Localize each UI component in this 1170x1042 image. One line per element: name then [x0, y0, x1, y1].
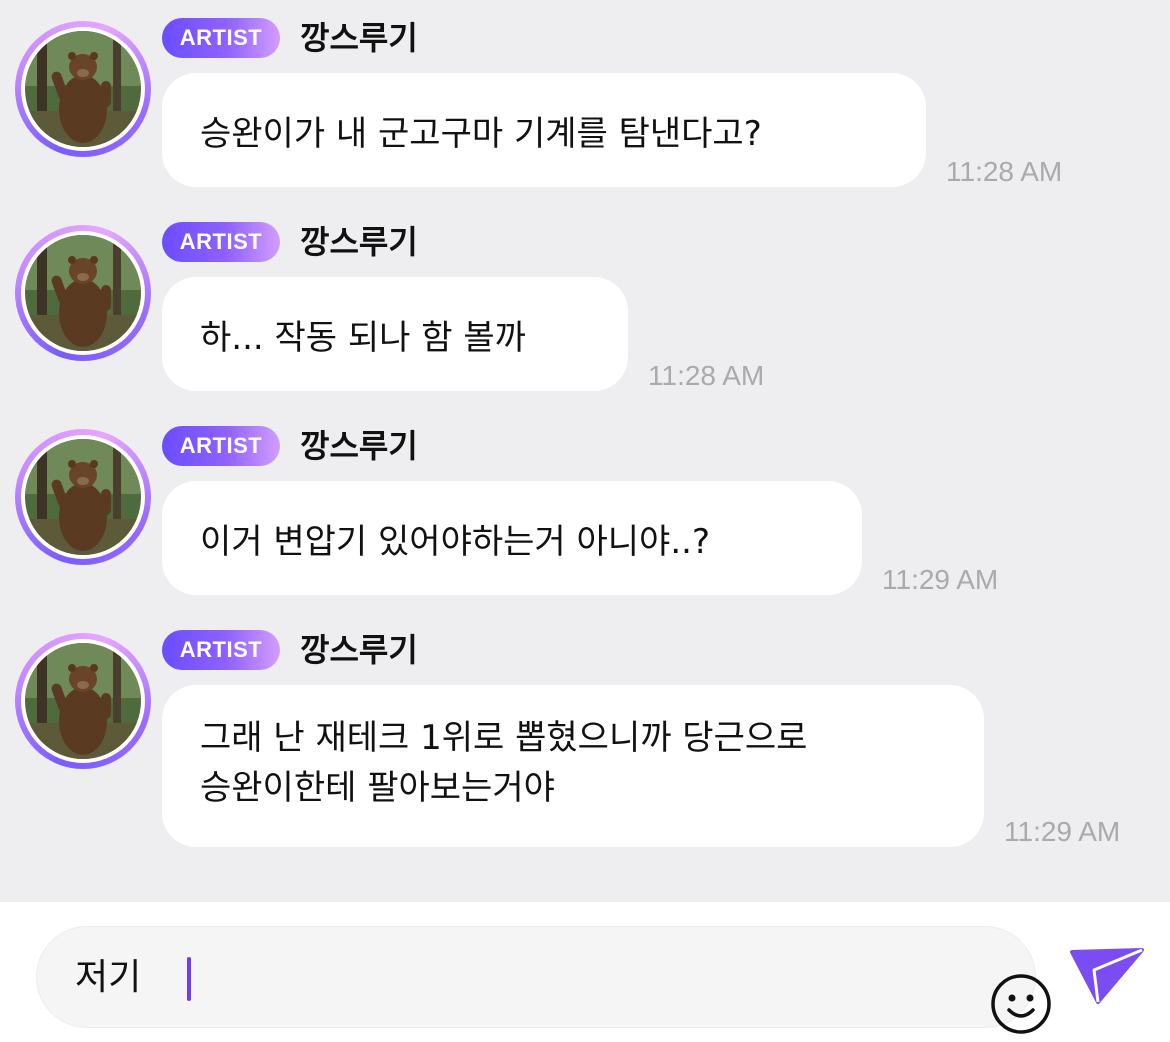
message-text: 이거 변압기 있어야하는거 아니야..? [200, 521, 711, 562]
artist-badge: ARTIST [162, 426, 280, 466]
message-time: 11:28 AM [648, 360, 765, 391]
bear-avatar-icon[interactable] [15, 429, 151, 565]
text-cursor [187, 957, 191, 1001]
sender-name: 깡스루기 [300, 19, 418, 57]
artist-badge: ARTIST [162, 222, 280, 262]
smiley-icon[interactable] [990, 973, 1052, 1035]
artist-badge: ARTIST [162, 630, 280, 670]
artist-badge: ARTIST [162, 18, 280, 58]
sender-name: 깡스루기 [300, 427, 418, 465]
send-icon[interactable] [1068, 944, 1146, 1008]
message-input[interactable]: 저기 [36, 926, 1051, 1034]
chat-area: ARTIST 깡스루기 승완이가 내 군고구마 기계를 탐낸다고? 11:28 … [0, 0, 1170, 902]
bear-avatar-icon[interactable] [15, 633, 151, 769]
composer-bar: 저기 [0, 902, 1170, 1042]
message-bubble[interactable]: 그래 난 재테크 1위로 뽑혔으니까 당근으로 승완이한테 팔아보는거야 [162, 685, 984, 847]
message-bubble[interactable]: 이거 변압기 있어야하는거 아니야..? [162, 481, 862, 595]
message-text-line: 그래 난 재테크 1위로 뽑혔으니까 당근으로 [200, 718, 808, 758]
message-input-text: 저기 [75, 957, 142, 998]
bear-avatar-icon[interactable] [15, 225, 151, 361]
sender-name: 깡스루기 [300, 631, 418, 669]
message-bubble[interactable]: 승완이가 내 군고구마 기계를 탐낸다고? [162, 73, 926, 187]
sender-name: 깡스루기 [300, 223, 418, 261]
message-bubble[interactable]: 하... 작동 되나 함 볼까 [162, 277, 628, 391]
message-text-line: 승완이한테 팔아보는거야 [200, 768, 555, 808]
message-text: 승완이가 내 군고구마 기계를 탐낸다고? [200, 113, 762, 154]
bear-avatar-icon[interactable] [15, 21, 151, 157]
message-time: 11:28 AM [946, 156, 1063, 187]
message-text: 하... 작동 되나 함 볼까 [200, 317, 526, 358]
message-time: 11:29 AM [882, 564, 999, 595]
message-time: 11:29 AM [1004, 816, 1121, 847]
